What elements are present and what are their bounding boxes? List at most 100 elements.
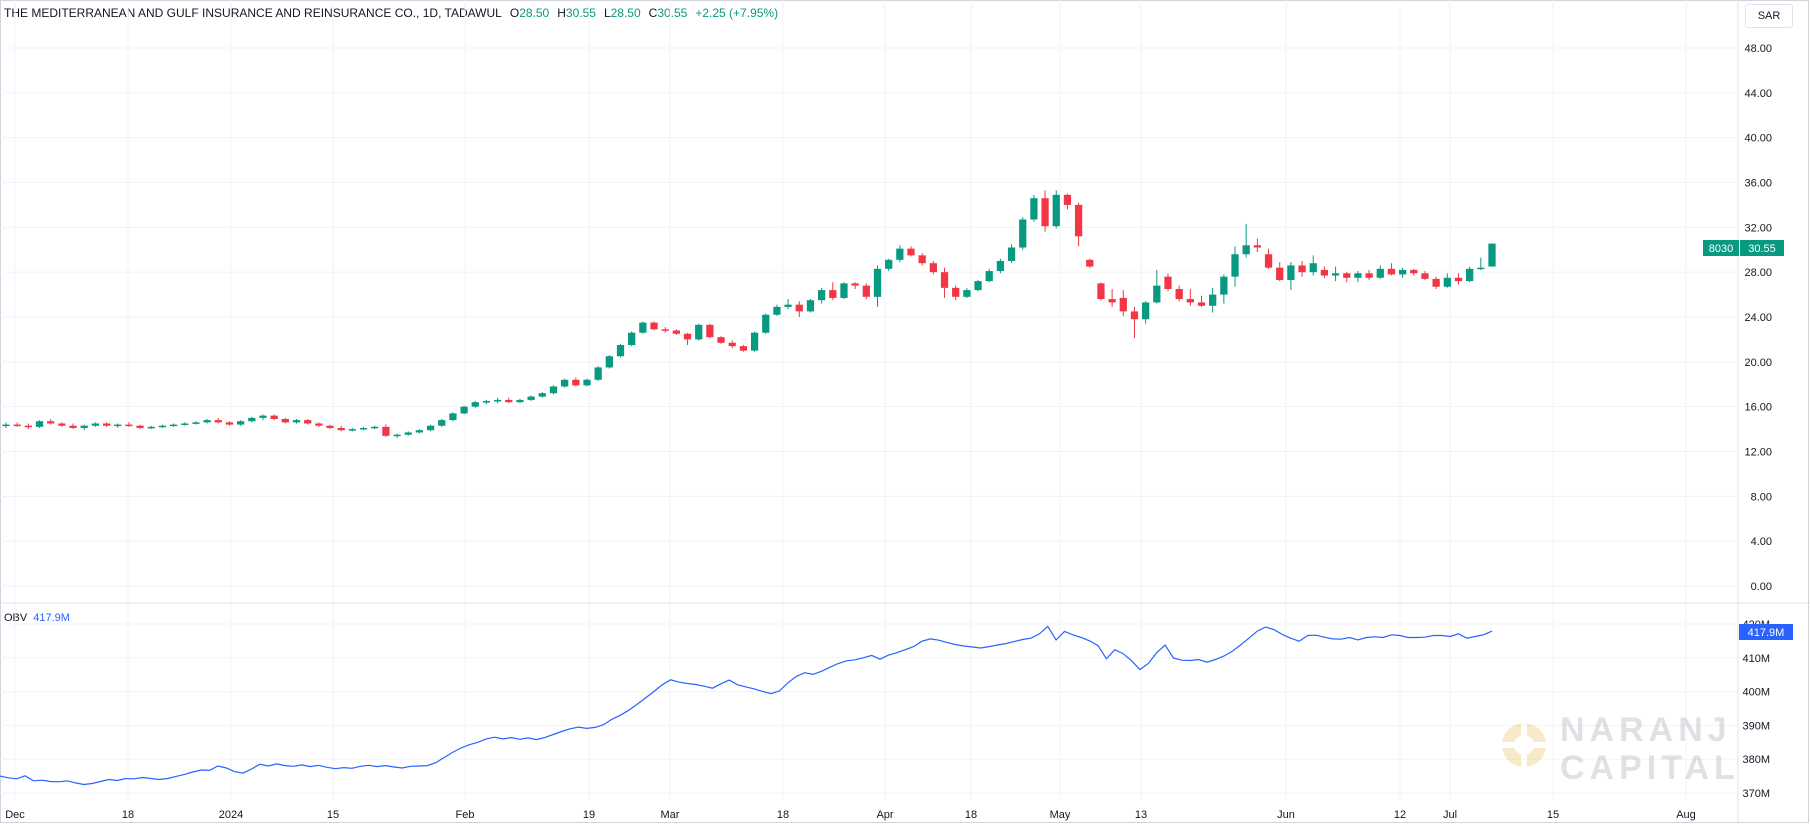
naranj-capital-watermark: NARANJ CAPITAL [1500,711,1740,785]
candle [851,282,859,289]
candle [762,313,770,334]
candle-body [13,424,21,427]
candle [1354,271,1362,283]
candle [672,329,681,335]
price-tick-label: 20.00 [1744,357,1772,369]
candle-body [1086,259,1094,267]
candle-body [885,259,893,269]
price-axis[interactable]: 48.00 44.00 40.00 36.00 32.00 28.00 24.00 20.00… [1744,43,1772,593]
obv-axis[interactable]: 420M410M400M390M380M370M [1742,619,1770,800]
time-tick-label: Apr [876,809,893,821]
candle-body [538,393,546,397]
candle [773,304,781,316]
price-chart[interactable]: 48.00 44.00 40.00 36.00 32.00 28.00 24.00 20.00… [0,0,1810,824]
candle [527,395,535,402]
candle-body [1052,194,1060,227]
price-tick-label: 8.00 [1751,491,1772,503]
candle-body [91,423,100,426]
candle-body [1186,299,1194,303]
candle [281,417,289,424]
candle [885,258,893,272]
time-tick-label: 2024 [219,809,243,821]
candle [1253,238,1261,252]
time-tick-label: 12 [1394,809,1406,821]
price-tick-label: 48.00 [1744,43,1772,55]
candle [225,421,234,426]
candle-body [1019,219,1027,248]
candle-body [1041,198,1049,227]
candle-body [1030,198,1038,220]
time-axis[interactable]: Dec 18 2024 15 Feb 19 Mar 18 Apr 18 May 13 Jun 12 Jul 1… [5,809,1696,821]
candle-body [1142,302,1150,320]
candle-body [482,401,491,403]
obv-tick-label: 380M [1742,754,1770,766]
candle [639,321,647,334]
candle [695,323,703,341]
candle-body [493,399,502,402]
time-tick-label: 15 [1547,809,1559,821]
watermark-line2: CAPITAL [1560,749,1740,785]
candle-body [80,425,88,428]
candle-body [706,324,714,338]
candle-body [750,332,759,351]
candle-body [873,268,882,297]
candle [1175,285,1183,302]
time-tick-label: Jul [1443,809,1457,821]
candle-body [359,427,368,430]
candle [985,268,993,283]
candle [1086,258,1094,268]
candle [259,414,267,421]
candle-body [963,290,971,297]
candle-body [1175,288,1183,300]
candle-body [616,345,625,357]
candle-body [1398,269,1407,275]
candle [896,245,904,263]
candle-body [1209,294,1217,306]
time-tick-label: Mar [661,809,680,821]
candle [125,422,133,427]
candle [147,425,155,430]
candle [1231,246,1239,287]
candle-body [326,425,334,428]
candle-body [169,424,178,427]
candle [516,398,524,404]
candle-body [1153,285,1161,303]
candle-body [952,287,960,297]
candle [594,366,602,381]
candle [1242,223,1250,258]
price-tick-label: 44.00 [1744,88,1772,100]
candle-body [382,426,390,436]
candle-body [203,420,211,423]
candle-body [281,418,289,423]
candle [91,422,100,427]
candle [1108,288,1116,307]
candle-body [192,422,200,424]
candle-body [1387,268,1396,275]
candle-body [929,263,937,273]
candle [426,424,435,432]
candle [806,299,815,313]
candle-body [583,379,591,386]
candle-body [1343,273,1351,278]
candle [840,282,848,300]
obv-tick-label: 400M [1742,687,1770,699]
candle [1019,217,1027,250]
candle [1320,266,1329,278]
candle-body [1376,268,1384,278]
candle [784,299,792,310]
candle [739,345,748,352]
candle-body [1432,278,1440,287]
candle-body [1007,247,1016,261]
candle-body [69,425,77,428]
candle-body [1331,273,1340,276]
candle-body [605,356,613,368]
candle [47,418,55,425]
price-tick-label: 0.00 [1751,581,1772,593]
candle [1209,287,1217,313]
candle [650,321,658,331]
candle-body [762,314,770,333]
candle-body [862,285,870,297]
candle [214,417,222,424]
candle-body [683,333,692,340]
candle [1052,190,1060,229]
